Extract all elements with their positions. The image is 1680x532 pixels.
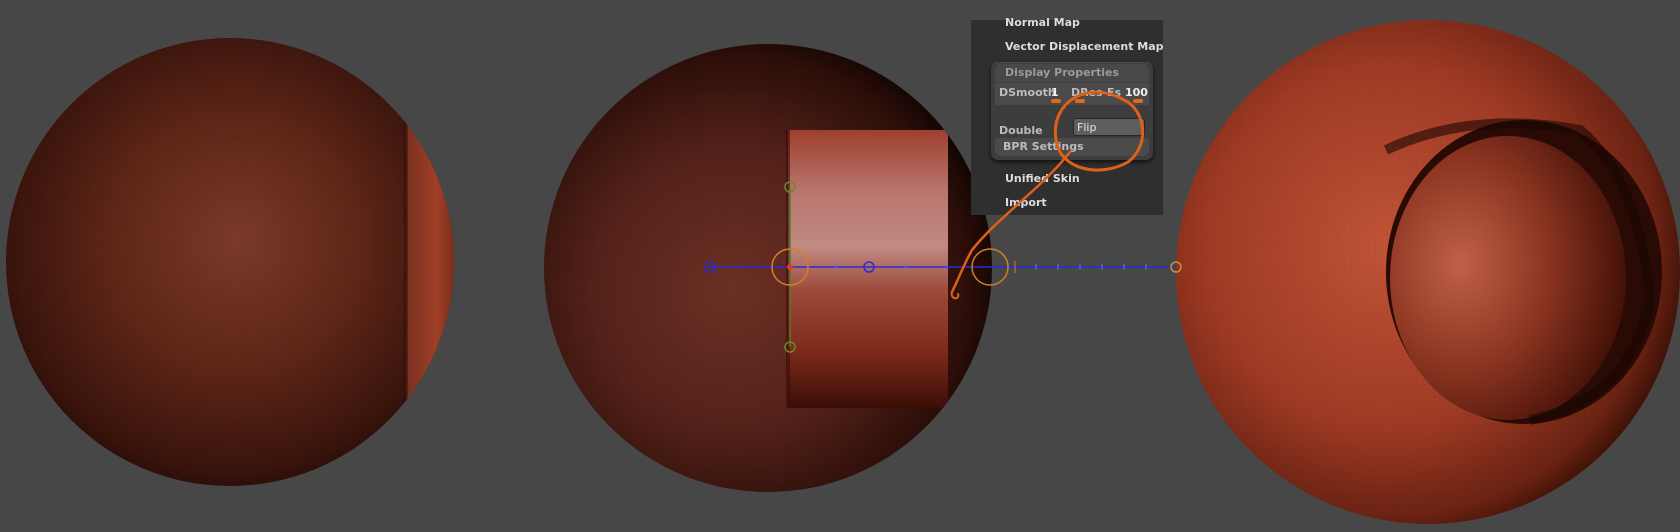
dres-label: DRes [1071,86,1103,99]
dsmooth-slider[interactable]: DSmooth 1 [995,83,1061,105]
es-slider[interactable]: Es 100 [1103,83,1149,105]
menu-import[interactable]: Import [1005,196,1047,209]
double-label: Double [999,124,1043,137]
menu-vector-displacement-map[interactable]: Vector Displacement Map [1005,40,1164,53]
es-label: Es [1107,86,1122,99]
viewport-canvas[interactable] [0,0,1680,532]
sphere-middle [544,44,992,492]
menu-normal-map[interactable]: Normal Map [1005,16,1080,29]
sphere-left [6,38,454,486]
cylinder-cutout [788,130,948,408]
menu-unified-skin[interactable]: Unified Skin [1005,172,1080,185]
display-properties-panel: Display Properties DSmooth 1 DRes Es 100… [991,62,1153,160]
dsmooth-label: DSmooth [999,86,1056,99]
tool-palette: Normal Map Vector Displacement Map Displ… [971,16,1164,215]
bpr-settings[interactable]: BPR Settings [995,138,1149,156]
dres-bar [1075,99,1085,103]
dres-slider[interactable]: DRes [1067,83,1103,105]
flip-button[interactable]: Flip [1073,118,1145,136]
es-value: 100 [1125,86,1148,99]
sphere-right [1176,20,1680,524]
display-properties-sliders: DSmooth 1 DRes Es 100 [995,83,1149,105]
es-bar [1133,99,1143,103]
dsmooth-value: 1 [1051,86,1059,99]
display-properties-header[interactable]: Display Properties [995,64,1149,82]
dsmooth-bar [1051,99,1061,103]
